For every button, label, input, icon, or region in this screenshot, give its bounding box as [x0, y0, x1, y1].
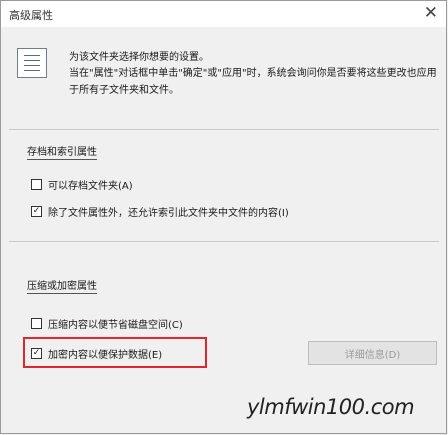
- compress-encrypt-group-title: 压缩或加密属性: [27, 277, 97, 294]
- archive-index-group-title: 存档和索引属性: [27, 143, 97, 160]
- archive-folder-option[interactable]: 可以存档文件夹(A): [31, 177, 133, 192]
- advanced-attributes-dialog: 高级属性 ✕ 为该文件夹选择你想要的设置。 当在"属性"对话框中单击"确定"或"…: [0, 0, 447, 434]
- divider: [9, 241, 439, 242]
- intro-text: 为该文件夹选择你想要的设置。: [69, 52, 209, 63]
- index-label: 除了文件属性外，还允许索引此文件夹中文件的内容(I): [48, 208, 289, 219]
- archive-checkbox[interactable]: [31, 179, 42, 190]
- intro-description: 当在"属性"对话框中单击"确定"或"应用"时，系统会询问你是否要将这些更改也应用…: [69, 68, 437, 96]
- index-checkbox[interactable]: ✓: [31, 206, 42, 217]
- compress-option[interactable]: 压缩内容以便节省磁盘空间(C): [31, 316, 183, 331]
- encrypt-highlight-box: [23, 337, 207, 368]
- archive-label: 可以存档文件夹(A): [48, 181, 133, 192]
- site-watermark: ylmfwin100.com: [247, 395, 415, 419]
- close-icon[interactable]: ✕: [424, 3, 438, 23]
- window-title: 高级属性: [9, 9, 53, 22]
- compress-checkbox[interactable]: [31, 318, 42, 329]
- index-contents-option[interactable]: ✓ 除了文件属性外，还允许索引此文件夹中文件的内容(I): [31, 204, 289, 219]
- compress-label: 压缩内容以便节省磁盘空间(C): [48, 320, 183, 331]
- details-button[interactable]: 详细信息(D): [308, 341, 437, 365]
- divider: [9, 129, 439, 130]
- folder-settings-icon: [17, 48, 47, 78]
- title-bar: 高级属性 ✕: [1, 1, 446, 27]
